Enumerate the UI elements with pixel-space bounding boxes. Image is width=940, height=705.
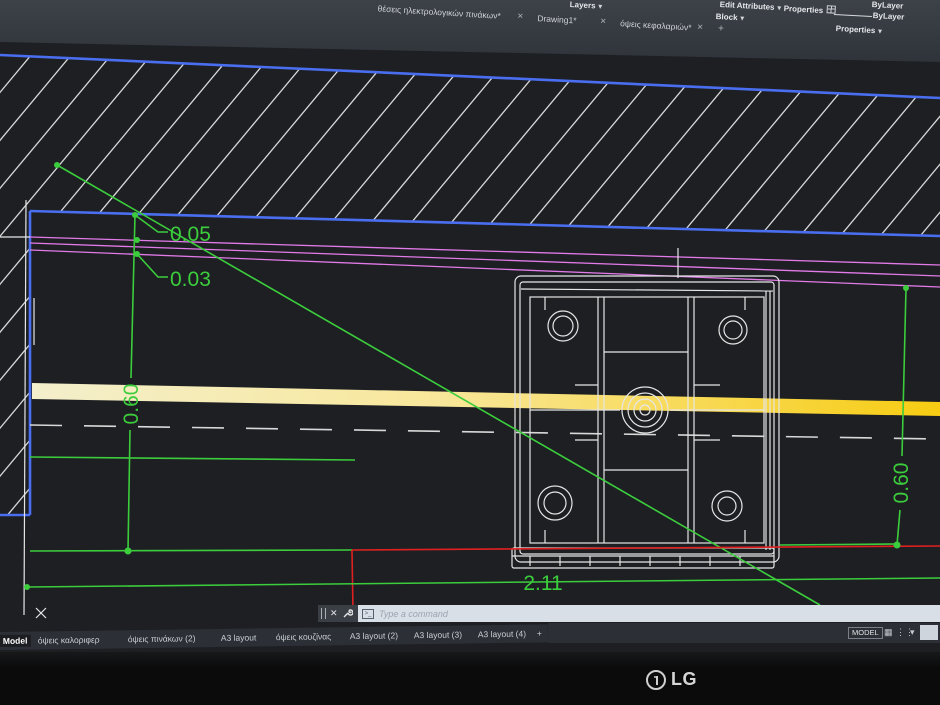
add-layout-button[interactable]: + xyxy=(537,627,542,639)
block-label: Block xyxy=(715,12,738,23)
wrench-icon[interactable] xyxy=(342,608,353,619)
tab-a3-layout-3[interactable]: A3 layout (3) xyxy=(414,629,462,642)
linetype-preview-line xyxy=(833,14,872,17)
chevron-down-icon: ▾ xyxy=(740,15,745,23)
chevron-down-icon: ▾ xyxy=(598,3,603,11)
tab-a3-layout-2[interactable]: A3 layout (2) xyxy=(350,629,398,642)
block-panel-button[interactable]: Block ▾ xyxy=(716,12,745,22)
status-toggle-button[interactable] xyxy=(920,625,938,640)
layers-label: Layers xyxy=(569,0,596,11)
file-tab-hood-views[interactable]: όψεις κεφαλαριών* xyxy=(620,18,692,32)
model-space-toggle[interactable]: MODEL xyxy=(848,627,883,639)
grid-display-icon[interactable]: ▦ xyxy=(884,627,893,637)
properties-panel-button[interactable]: Properties ▾ xyxy=(836,24,883,35)
dimension-text[interactable]: 0.03 xyxy=(170,268,211,291)
grip-point[interactable] xyxy=(893,541,901,549)
close-icon[interactable]: × xyxy=(697,22,704,33)
properties-label: Properties xyxy=(783,3,824,16)
close-icon[interactable]: ✕ xyxy=(330,608,338,619)
grip-point[interactable] xyxy=(24,584,30,590)
monitor-brand: LG xyxy=(671,669,697,689)
grip-point[interactable] xyxy=(54,162,60,168)
new-tab-button[interactable]: + xyxy=(718,23,725,34)
chevron-down-icon: ▾ xyxy=(777,5,782,13)
file-tab-electrical-panels[interactable]: θέσεις ηλεκτρολογικών πινάκων* xyxy=(377,3,501,21)
edit-attributes-label: Edit Attributes xyxy=(719,0,775,12)
lg-logo-icon xyxy=(646,670,666,690)
tab-a3-layout[interactable]: A3 layout xyxy=(221,631,257,643)
grip-point[interactable] xyxy=(134,251,140,257)
tab-radiator-views[interactable]: όψεις καλοριφερ xyxy=(38,634,100,647)
command-line-tools: ✕ xyxy=(318,605,358,622)
cad-drawing-canvas[interactable]: 0.05 0.03 0.60 0.60 2.11 xyxy=(0,0,940,652)
grip-point[interactable] xyxy=(132,212,138,218)
dimension-text[interactable]: 2.11 xyxy=(523,572,562,595)
grip-point[interactable] xyxy=(124,547,132,555)
close-icon[interactable]: × xyxy=(600,16,607,27)
tab-model[interactable]: Model xyxy=(0,634,31,648)
dimension-text[interactable]: 0.05 xyxy=(170,223,211,246)
command-input-area[interactable]: >_ xyxy=(358,605,940,622)
close-icon[interactable]: × xyxy=(517,11,524,22)
tab-kitchen-views[interactable]: όψεις κουζίνας xyxy=(276,630,332,643)
red-section-vertical xyxy=(351,549,354,613)
command-prompt-icon[interactable]: >_ xyxy=(362,608,374,619)
monitor-bezel: LG xyxy=(0,652,940,705)
green-base-line-right xyxy=(779,543,898,546)
file-tab-drawing1[interactable]: Drawing1* xyxy=(537,13,577,25)
status-bar: MODEL ▦ ⋮⋮ ▾ xyxy=(548,623,940,643)
grid-icon xyxy=(826,5,836,14)
properties-panel-label: Properties xyxy=(835,24,876,36)
chevron-down-icon[interactable]: ▾ xyxy=(910,627,915,637)
tab-a3-layout-4[interactable]: A3 layout (4) xyxy=(478,628,526,641)
linetype-bylayer-select[interactable]: ByLayer xyxy=(873,11,905,22)
tab-panel-views-2[interactable]: όψεις πινάκων (2) xyxy=(128,632,196,645)
dimension-text[interactable]: 0.60 xyxy=(120,384,143,425)
model-space-background xyxy=(0,0,940,652)
chevron-down-icon: ▾ xyxy=(878,28,882,36)
file-tab-bar: θέσεις ηλεκτρολογικών πινάκων* × Drawing… xyxy=(371,3,751,42)
command-line: ✕ >_ xyxy=(318,605,940,622)
layers-panel-button[interactable]: Layers ▾ xyxy=(570,0,603,11)
grip-point[interactable] xyxy=(134,237,140,243)
color-bylayer-select[interactable]: ByLayer xyxy=(872,0,904,11)
bylayer-color-label: ByLayer xyxy=(871,0,904,11)
drag-handle-icon[interactable] xyxy=(321,608,326,619)
grip-point[interactable] xyxy=(903,285,909,291)
edit-attributes-button[interactable]: Edit Attributes ▾ xyxy=(720,0,782,12)
bylayer-linetype-label: ByLayer xyxy=(872,11,905,22)
command-input[interactable] xyxy=(379,606,940,621)
match-properties-button[interactable]: Properties xyxy=(783,3,836,16)
green-base-line xyxy=(29,549,353,552)
dimension-text[interactable]: 0.60 xyxy=(890,463,913,504)
